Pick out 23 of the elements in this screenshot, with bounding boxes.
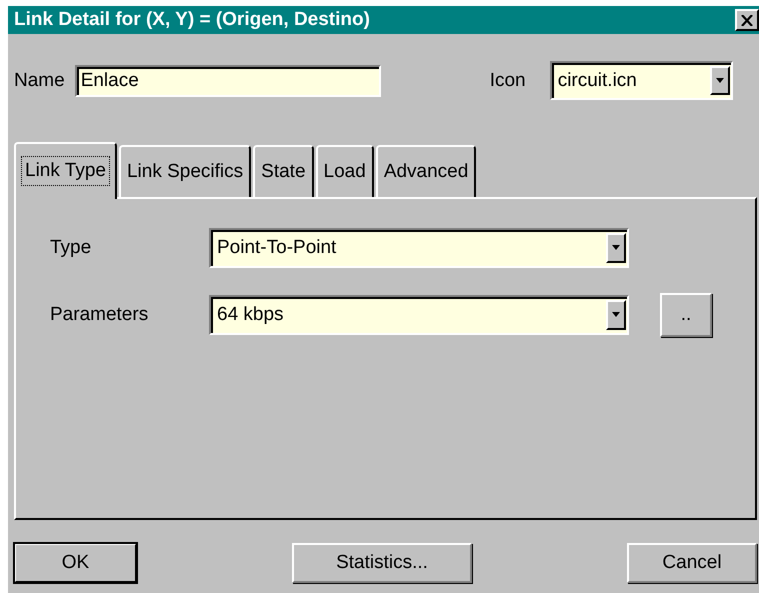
- field-label: Parameters: [50, 304, 150, 326]
- tab[interactable]: Link Type: [14, 142, 117, 199]
- icon-dropdown[interactable]: circuit.icn: [550, 61, 733, 100]
- dropdown[interactable]: Point-To-Point: [209, 228, 629, 268]
- field-label: Type: [50, 237, 92, 259]
- name-field[interactable]: Enlace: [74, 64, 381, 96]
- field-label: Name: [14, 70, 65, 92]
- close-icon: [741, 14, 753, 26]
- tab[interactable]: State: [253, 145, 314, 197]
- caret-icon: [714, 78, 725, 84]
- dropdown[interactable]: 64 kbps: [209, 295, 629, 335]
- browse-button[interactable]: ..: [660, 293, 712, 337]
- tab[interactable]: Load: [316, 145, 374, 197]
- dialog-button[interactable]: OK: [14, 543, 137, 583]
- dialog-button[interactable]: Cancel: [627, 543, 757, 583]
- caret-icon: [611, 312, 621, 318]
- caret-icon: [611, 245, 621, 251]
- tab[interactable]: Advanced: [376, 145, 476, 197]
- close-button[interactable]: [735, 9, 759, 31]
- window-title: Link Detail for (X, Y) = (Origen, Destino): [14, 9, 370, 31]
- tab[interactable]: Link Specifics: [118, 145, 252, 197]
- dialog-button[interactable]: Statistics...: [292, 543, 472, 583]
- field-label: Icon: [490, 70, 527, 92]
